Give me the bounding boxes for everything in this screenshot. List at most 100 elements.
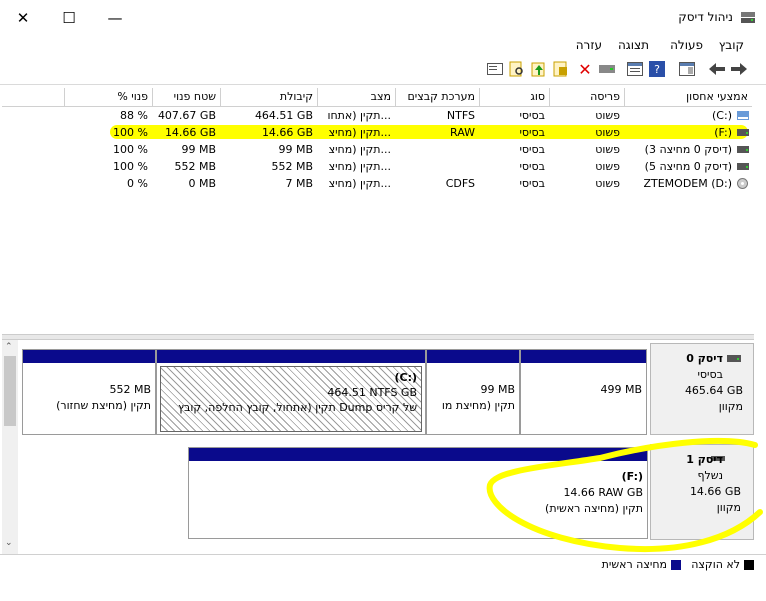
back-icon[interactable] xyxy=(708,60,726,78)
cell-pct-free: 0 % xyxy=(127,177,148,190)
volume-row[interactable]: ZTEMODEM (D:) פשוט בסיסי CDFS תקין (מחיצ… xyxy=(2,175,752,192)
scrollbar-thumb[interactable] xyxy=(4,356,16,426)
cell-capacity: 14.66 GB xyxy=(261,126,313,139)
col-header-type[interactable]: סוג xyxy=(479,88,549,106)
cell-pct-free: 100 % xyxy=(113,126,148,139)
removable-drive-icon xyxy=(737,129,749,136)
cell-pct-free: 88 % xyxy=(120,109,148,122)
volume-row[interactable]: (דיסק 0 מחיצה 5) פשוט בסיסי תקין (מחיצ..… xyxy=(2,158,752,175)
cell-free: 407.67 GB xyxy=(157,109,216,122)
drive-icon xyxy=(737,163,749,170)
cell-status: תקין (מחיצ... xyxy=(328,143,391,156)
cell-free: 14.66 GB xyxy=(164,126,216,139)
menu-help[interactable]: עזרה xyxy=(576,38,602,52)
col-header-filesystem[interactable]: מערכת קבצים xyxy=(395,88,479,106)
maximize-button[interactable]: ☐ xyxy=(46,0,92,36)
volume-row-highlighted[interactable]: (F:) פשוט בסיסי RAW תקין (מחיצ... 14.66 … xyxy=(2,124,752,141)
cell-capacity: 552 MB xyxy=(271,160,313,173)
delete-icon[interactable]: ✕ xyxy=(576,60,594,79)
scroll-up-icon[interactable]: ⌃ xyxy=(5,342,13,352)
col-header-capacity[interactable]: קיבולת xyxy=(220,88,317,106)
partition-title: (C:) xyxy=(394,371,417,384)
volume-icon xyxy=(737,111,749,120)
cell-filesystem: NTFS xyxy=(446,109,475,122)
disk0-partition-c[interactable]: (C:) 464.51 NTFS GB תקין (אתחול, קובץ הח… xyxy=(156,349,426,435)
forward-icon[interactable] xyxy=(730,60,748,78)
disk0-partition-efi[interactable]: 499 MB xyxy=(520,349,647,435)
disk0-size: 465.64 GB xyxy=(684,384,743,397)
legend-bar: לא הוקצה מחיצה ראשית xyxy=(0,554,766,577)
cell-volume: (דיסק 0 מחיצה 5) xyxy=(644,160,732,173)
minimize-icon: — xyxy=(107,9,123,27)
cell-status: תקין (מחיצ... xyxy=(328,126,391,139)
format-icon[interactable] xyxy=(598,60,616,78)
volume-row[interactable]: (דיסק 0 מחיצה 3) פשוט בסיסי תקין (מחיצ..… xyxy=(2,141,752,158)
toolbar: ? ✕ xyxy=(0,56,766,85)
cell-filesystem: RAW xyxy=(450,126,475,139)
cell-layout: פשוט xyxy=(595,126,620,139)
cell-free: 0 MB xyxy=(188,177,216,190)
disk0-name: דיסק 0 xyxy=(686,352,723,365)
partition-size: 99 MB xyxy=(480,383,515,396)
unallocated-swatch xyxy=(744,560,754,570)
cell-filesystem: CDFS xyxy=(445,177,475,190)
explore-icon[interactable] xyxy=(508,60,526,78)
cell-layout: פשוט xyxy=(595,177,620,190)
window-title: ניהול דיסק xyxy=(678,10,733,24)
cd-drive-icon xyxy=(737,178,748,189)
col-header-pct-free[interactable]: % פנוי xyxy=(64,88,152,106)
cell-layout: פשוט xyxy=(595,143,620,156)
disk0-type: בסיסי xyxy=(697,368,723,381)
col-header-status[interactable]: מצב xyxy=(317,88,395,106)
legend-unallocated: לא הוקצה xyxy=(691,558,740,571)
cell-volume: (דיסק 0 מחיצה 3) xyxy=(644,143,732,156)
disk-icon xyxy=(727,355,741,362)
partition-status: תקין (אתחול, קובץ החלפה, קובץ Dump של קר… xyxy=(178,401,417,414)
properties-icon[interactable] xyxy=(626,60,644,78)
col-header-free[interactable]: שטח פנוי xyxy=(152,88,220,106)
cell-volume: ZTEMODEM (D:) xyxy=(643,177,732,190)
disk0-partition-recovery[interactable]: 552 MB תקין (מחיצת שחזור) xyxy=(22,349,156,435)
cell-volume: (C:) xyxy=(712,109,732,122)
close-icon: ✕ xyxy=(16,9,30,27)
menu-view[interactable]: תצוגה xyxy=(618,38,649,52)
partition-status: תקין (מחיצת שחזור) xyxy=(56,399,151,412)
cell-type: בסיסי xyxy=(519,160,545,173)
partition-size: 499 MB xyxy=(600,383,642,396)
disk0-partition-msr[interactable]: 99 MB תקין (מחיצת מו xyxy=(426,349,520,435)
partition-size: 464.51 NTFS GB xyxy=(327,386,417,399)
connect-drive-icon[interactable] xyxy=(552,60,570,78)
drive-icon xyxy=(737,146,749,153)
cell-type: בסיסי xyxy=(519,143,545,156)
menu-file[interactable]: קובץ xyxy=(719,38,744,52)
vertical-scrollbar[interactable]: ⌃ ⌄ xyxy=(2,340,18,554)
cell-filesystem xyxy=(395,158,479,175)
minimize-button[interactable]: — xyxy=(92,0,138,36)
volume-row[interactable]: (C:) פשוט בסיסי NTFS תקין (אתחו... 464.5… xyxy=(2,107,752,124)
cell-capacity: 464.51 GB xyxy=(254,109,313,122)
cell-type: בסיסי xyxy=(519,109,545,122)
cell-layout: פשוט xyxy=(595,160,620,173)
cell-pct-free: 100 % xyxy=(113,143,148,156)
partition-status: תקין (מחיצת מו xyxy=(441,399,515,412)
close-button[interactable]: ✕ xyxy=(0,0,46,36)
cell-status: תקין (מחיצ... xyxy=(328,160,391,173)
cell-type: בסיסי xyxy=(519,126,545,139)
disk0-label[interactable]: דיסק 0 בסיסי 465.64 GB מקוון xyxy=(650,343,754,435)
cell-capacity: 7 MB xyxy=(285,177,313,190)
scroll-down-icon[interactable]: ⌄ xyxy=(5,538,13,548)
menu-action[interactable]: פעולה xyxy=(670,38,703,52)
refresh-icon[interactable] xyxy=(486,60,504,78)
show-hide-console-icon[interactable] xyxy=(678,60,696,78)
menu-bar: קובץ פעולה תצוגה עזרה xyxy=(0,36,766,56)
disk0-state: מקוון xyxy=(718,400,743,413)
cell-capacity: 99 MB xyxy=(278,143,313,156)
maximize-icon: ☐ xyxy=(62,9,76,27)
cell-free: 552 MB xyxy=(174,160,216,173)
col-header-volume[interactable]: אמצעי אחסון xyxy=(624,88,752,106)
legend-primary: מחיצה ראשית xyxy=(601,558,667,571)
col-header-layout[interactable]: פריסה xyxy=(549,88,624,106)
open-icon[interactable] xyxy=(530,60,548,78)
title-bar: ✕ ☐ — ניהול דיסק xyxy=(0,0,766,36)
help-icon[interactable]: ? xyxy=(648,60,666,78)
